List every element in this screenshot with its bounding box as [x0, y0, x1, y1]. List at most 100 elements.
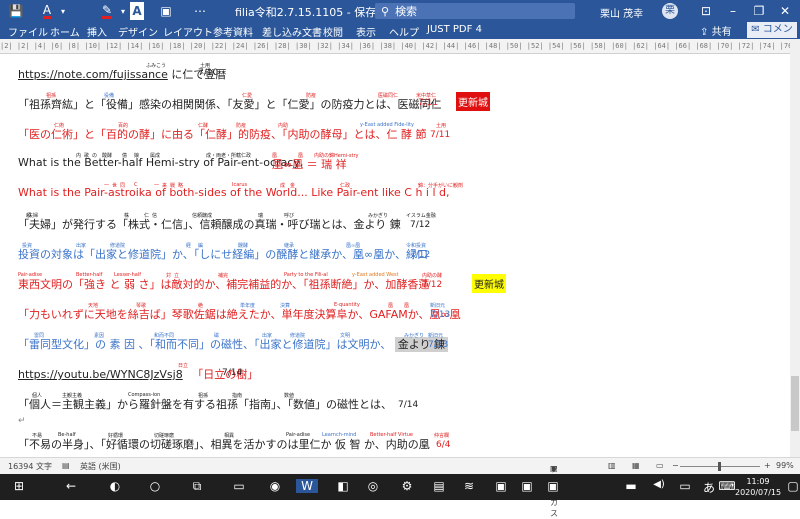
proofing-icon[interactable]: ▤ — [62, 461, 70, 470]
date-label: 7/11 — [430, 130, 451, 140]
tab-home[interactable]: ホーム — [50, 24, 80, 39]
ruby-text: 錦：分手がいに観剤 — [418, 183, 464, 189]
ruby-text: 修道院 — [290, 333, 306, 339]
note-link[interactable]: https://note.com/fujissance — [18, 68, 168, 81]
ruby-text: 信 — [152, 213, 158, 219]
paragraph-3: 仁術 百的 仁酵 防疫 内助 y-East added Fide-lity 土用… — [18, 122, 450, 146]
youtube-link[interactable]: https://youtu.be/WYNC8JzVsj8 — [18, 368, 183, 381]
vertical-scrollbar[interactable] — [790, 39, 800, 457]
chrome-icon[interactable]: ◎ — [362, 479, 384, 493]
browser-icon[interactable]: ◉ — [264, 479, 286, 493]
back-icon[interactable]: ← — [60, 479, 82, 493]
paragraph-7: 投資 出家 修道院 経 編 醗酵 継承 凰∞凰 令和投資 投資の対象は「出家と修… — [18, 243, 430, 266]
tab-insert[interactable]: 挿入 — [87, 24, 107, 39]
date-label: 7/13 — [430, 310, 451, 320]
folder-icon[interactable]: ▭ — [228, 479, 250, 493]
ruby-text: 新旧元 — [430, 303, 446, 309]
share-button[interactable]: ⇪ 共有 — [700, 23, 732, 38]
word-icon[interactable]: W — [296, 479, 318, 493]
ruby-text: 好循環 — [108, 433, 124, 439]
zoom-out-icon[interactable]: − — [672, 461, 679, 470]
document-page[interactable]: ふみこう 土用 https://note.com/fujissance に仁で登… — [0, 54, 790, 457]
ribbon-options-icon[interactable]: ⊡ — [695, 2, 717, 20]
app-icon[interactable]: ▣ — [516, 479, 538, 493]
user-name[interactable]: 栗山 茂幸 — [600, 5, 643, 20]
save-icon[interactable]: 💾 — [8, 2, 24, 20]
ruby-text: 単年度 — [240, 303, 256, 309]
windows-start-icon[interactable]: ⊞ — [8, 479, 30, 493]
ruby-text: 略 — [178, 183, 184, 189]
tab-justpdf[interactable]: JUST PDF 4 — [427, 24, 482, 35]
tab-file[interactable]: ファイル — [8, 24, 48, 39]
ruby-text: Better-half Virtue — [370, 432, 413, 438]
scrollbar-thumb[interactable] — [791, 376, 799, 431]
tab-view[interactable]: 表示 — [356, 24, 376, 39]
word-count[interactable]: 16394 文字 — [8, 461, 52, 472]
cortana-icon[interactable]: ○ — [144, 479, 166, 493]
ruby-text: 切磋琢磨 — [154, 433, 175, 439]
taskview-icon[interactable]: ◐ — [104, 479, 126, 493]
minimize-icon[interactable]: – — [722, 2, 744, 20]
notification-icon[interactable]: ▢ — [782, 479, 800, 493]
paragraph-mark: ↵ — [18, 416, 26, 426]
search-box[interactable]: ⚲ 検索 — [375, 3, 575, 19]
ruby-text: 不易 — [32, 433, 43, 439]
comment-button[interactable]: ✉ コメント — [747, 22, 797, 51]
network-icon[interactable]: ▬ — [620, 479, 642, 493]
ruby-text: の — [92, 153, 98, 159]
ruler[interactable]: |2| |2| |4| |6| |8| |10| |12| |14| |16| … — [0, 39, 790, 54]
avatar[interactable]: 栗 — [662, 3, 678, 19]
paragraph-text: 「雷同型文化」の 素 因 、「和而不同」の磁性、「出家と修道院」は文明か、 — [18, 338, 392, 351]
box-icon[interactable]: ▣ — [158, 2, 174, 20]
zoom-slider-thumb[interactable] — [718, 462, 721, 471]
app-icon[interactable]: ▣ — [490, 479, 512, 493]
more-glyph: ⋯ — [194, 4, 206, 18]
maximize-icon[interactable]: ❐ — [748, 2, 770, 20]
ruby-text: Icarus — [232, 182, 248, 188]
font-color-button[interactable]: A — [38, 2, 56, 20]
battery-icon[interactable]: ▭ — [674, 479, 696, 493]
more-icon[interactable]: ⋯ — [192, 2, 208, 20]
volume-icon[interactable]: ◀) — [648, 479, 670, 490]
title-bar: 💾 A ▾ ✎ ▾ A ▣ ⋯ filia令和2.7.15.1105 - 保存済… — [0, 0, 800, 22]
tab-mailings[interactable]: 差し込み文書 — [262, 24, 322, 39]
tab-design[interactable]: デザイン — [118, 24, 158, 39]
clock-time: 11:09 — [746, 477, 770, 486]
close-icon[interactable]: ✕ — [774, 2, 796, 20]
taskview-icon[interactable]: ⧉ — [186, 479, 208, 494]
update-badge: 更新城 — [456, 92, 490, 111]
chevron-down-icon[interactable]: ▾ — [118, 2, 128, 20]
zoom-in-icon[interactable]: + — [764, 461, 771, 470]
ruby-text: 補完 — [218, 273, 229, 279]
tab-layout[interactable]: レイアウト — [163, 24, 213, 39]
highlighter-button[interactable]: ✎ — [98, 2, 116, 20]
wifi-icon[interactable]: ≋ — [458, 479, 480, 493]
ruby-text: 防疫 — [306, 93, 317, 99]
clock[interactable]: 11:09 2020/07/15 — [735, 476, 781, 498]
tab-help[interactable]: ヘルプ — [389, 24, 419, 39]
ruby-text: Be-half — [58, 432, 76, 438]
ruby-text: 絶 — [198, 303, 204, 309]
date-label: 7/11 — [418, 98, 439, 108]
web-layout-icon[interactable]: ▭ — [656, 461, 664, 470]
read-mode-icon[interactable]: ▥ — [608, 461, 616, 470]
chevron-down-icon[interactable]: ▾ — [58, 2, 68, 20]
zoom-level[interactable]: 99% — [776, 461, 794, 470]
clear-format-button[interactable]: A — [130, 2, 144, 20]
file-explorer-icon[interactable]: ▤ — [428, 479, 450, 493]
ruby-text: 信頼醸成 — [192, 213, 213, 219]
tab-review[interactable]: 校閲 — [323, 24, 343, 39]
ruby-text: 内助の酵 — [422, 273, 443, 279]
ruby-text: 呼び — [284, 213, 295, 219]
print-layout-icon[interactable]: ▦ — [632, 461, 640, 470]
ruby-text: Party to the Fili-al — [284, 272, 328, 278]
ruby-text: 凰 — [388, 303, 394, 309]
app-icon[interactable]: ▣ — [542, 479, 564, 493]
ruby-text: y-East added West — [352, 272, 399, 278]
settings-icon[interactable]: ⚙ — [396, 479, 418, 493]
outlook-icon[interactable]: ◧ — [332, 479, 354, 493]
language-status[interactable]: 英語 (米国) — [80, 461, 121, 472]
tab-references[interactable]: 参考資料 — [213, 24, 253, 39]
font-color-glyph: A — [42, 2, 52, 19]
ruby-text: 素因 — [94, 333, 105, 339]
